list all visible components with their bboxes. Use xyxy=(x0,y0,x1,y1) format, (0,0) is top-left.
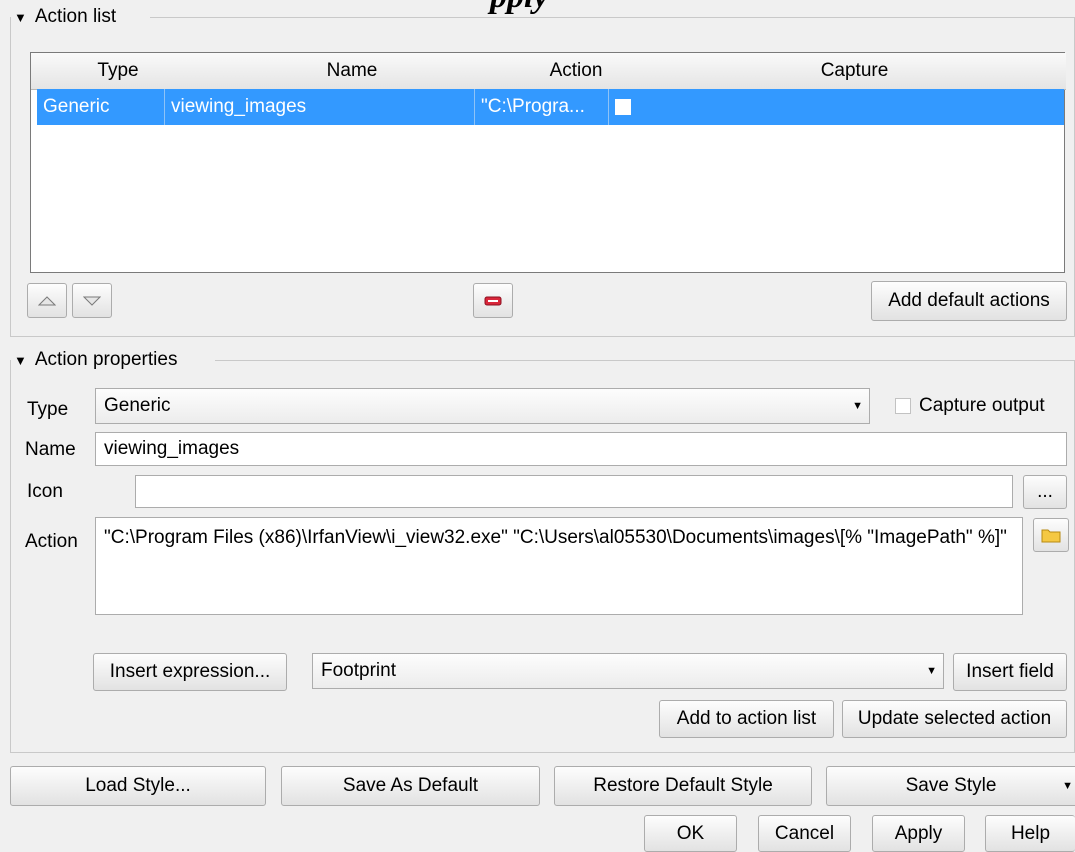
table-row[interactable]: Generic viewing_images "C:\Progra... xyxy=(37,89,1064,125)
icon-label: Icon xyxy=(27,481,63,502)
cell-action: "C:\Progra... xyxy=(475,89,609,125)
remove-action-icon xyxy=(484,296,502,305)
remove-action-button[interactable] xyxy=(473,283,513,318)
column-header-action[interactable]: Action xyxy=(509,53,644,90)
action-command-field[interactable]: "C:\Program Files (x86)\IrfanView\i_view… xyxy=(95,517,1023,615)
ok-button[interactable]: OK xyxy=(644,815,737,852)
save-style-button[interactable]: Save Style ▼ xyxy=(826,766,1075,806)
cancel-button[interactable]: Cancel xyxy=(758,815,851,852)
restore-default-style-button[interactable]: Restore Default Style xyxy=(554,766,812,806)
type-label: Type xyxy=(27,399,69,420)
icon-browse-button[interactable]: ... xyxy=(1023,475,1067,509)
name-label: Name xyxy=(25,439,76,460)
capture-output-label: Capture output xyxy=(919,395,1045,416)
action-table[interactable]: Type Name Action Capture Generic viewing… xyxy=(30,52,1066,273)
save-as-default-button[interactable]: Save As Default xyxy=(281,766,540,806)
cell-name: viewing_images xyxy=(165,89,475,125)
capture-checkbox[interactable] xyxy=(615,99,631,115)
capture-output-box[interactable] xyxy=(895,398,911,414)
type-select-value: Generic xyxy=(104,395,171,416)
dropdown-arrow-icon: ▼ xyxy=(852,400,863,412)
folder-icon xyxy=(1041,529,1061,543)
column-header-type[interactable]: Type xyxy=(41,53,196,90)
move-down-icon xyxy=(83,296,101,306)
apply-button[interactable]: Apply xyxy=(872,815,965,852)
insert-field-button[interactable]: Insert field xyxy=(953,653,1067,691)
action-label: Action xyxy=(25,531,78,552)
dropdown-arrow-icon: ▼ xyxy=(926,665,937,677)
column-header-name[interactable]: Name xyxy=(195,53,510,90)
cell-capture xyxy=(609,89,1009,125)
move-up-icon xyxy=(38,295,56,305)
field-select-value: Footprint xyxy=(321,660,396,681)
clipped-heading: pply xyxy=(490,0,549,16)
type-select[interactable]: Generic ▼ xyxy=(95,388,870,424)
choose-file-button[interactable] xyxy=(1033,518,1069,552)
icon-field[interactable] xyxy=(135,475,1013,508)
capture-output-checkbox[interactable]: Capture output xyxy=(895,388,1045,424)
add-to-action-list-button[interactable]: Add to action list xyxy=(659,700,834,738)
field-select[interactable]: Footprint ▼ xyxy=(312,653,944,689)
load-style-button[interactable]: Load Style... xyxy=(10,766,266,806)
update-selected-action-button[interactable]: Update selected action xyxy=(842,700,1067,738)
cell-type: Generic xyxy=(37,89,165,125)
move-down-button[interactable] xyxy=(72,283,112,318)
move-up-button[interactable] xyxy=(27,283,67,318)
save-style-label: Save Style xyxy=(905,775,997,796)
column-header-capture[interactable]: Capture xyxy=(643,53,1066,90)
insert-expression-button[interactable]: Insert expression... xyxy=(93,653,287,691)
dropdown-arrow-icon: ▼ xyxy=(1062,780,1073,792)
name-field[interactable]: viewing_images xyxy=(95,432,1067,466)
help-button[interactable]: Help xyxy=(985,815,1075,852)
add-default-actions-button[interactable]: Add default actions xyxy=(871,281,1067,321)
